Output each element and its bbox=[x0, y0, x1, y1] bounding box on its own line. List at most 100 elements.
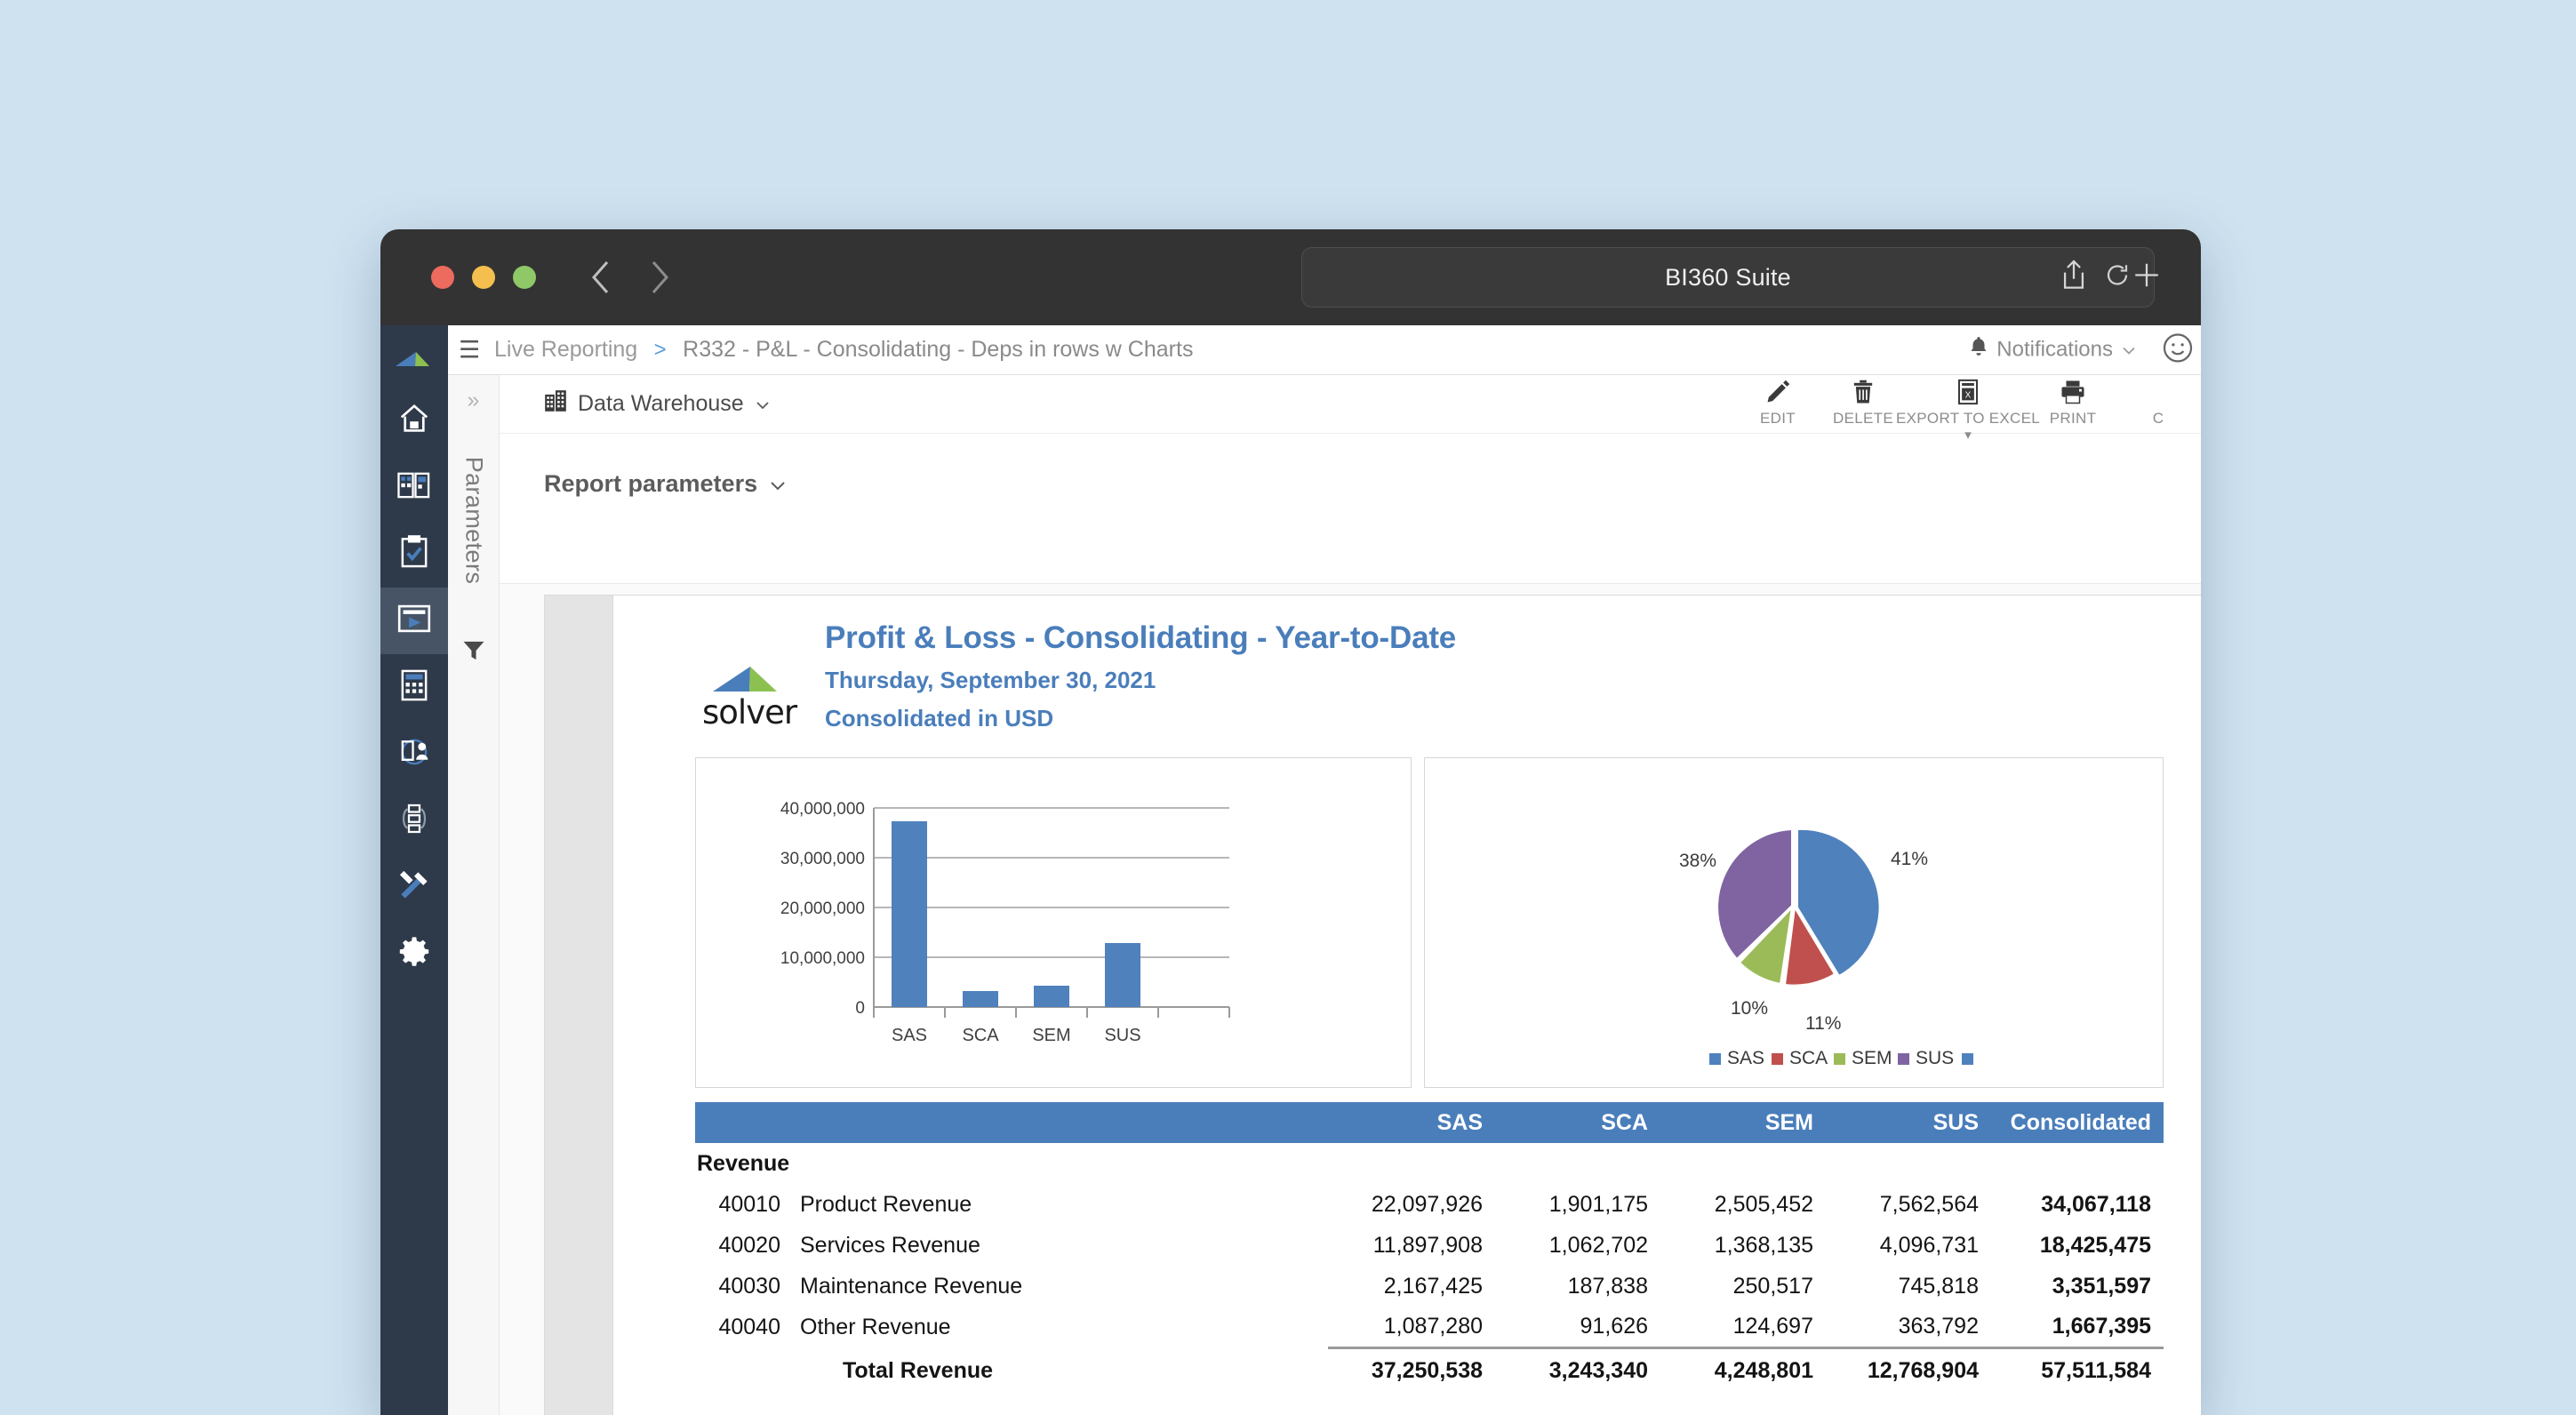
table-row[interactable]: 40030 Maintenance Revenue 2,167,425 187,… bbox=[695, 1266, 2164, 1307]
row-sem: 2,505,452 bbox=[1714, 1191, 1813, 1217]
breadcrumb-current: R332 - P&L - Consolidating - Deps in row… bbox=[683, 337, 1194, 362]
report-parameters-strip: Report parameters bbox=[500, 434, 2201, 533]
total-sas: 37,250,538 bbox=[1371, 1358, 1483, 1384]
sidebar-item-dashboards[interactable] bbox=[380, 454, 448, 521]
report-parameters-toggle[interactable]: Report parameters bbox=[544, 470, 787, 498]
sidebar-item-tasks[interactable] bbox=[380, 521, 448, 588]
table-row[interactable]: 40010 Product Revenue 22,097,926 1,901,1… bbox=[695, 1184, 2164, 1225]
row-account: 40010 bbox=[718, 1191, 780, 1217]
bar-ytick-3: 30,000,000 bbox=[780, 850, 865, 868]
breadcrumb-root[interactable]: Live Reporting bbox=[494, 337, 637, 362]
table-row[interactable]: 40040 Other Revenue 1,087,280 91,626 124… bbox=[695, 1307, 2164, 1349]
edit-label: EDIT bbox=[1760, 410, 1796, 427]
print-button[interactable]: PRINT bbox=[2030, 379, 2116, 428]
share-icon[interactable] bbox=[2059, 259, 2089, 297]
report-page: solver Profit & Loss - Consolidating - Y… bbox=[613, 595, 2201, 1415]
col-header-sus: SUS bbox=[1824, 1102, 1989, 1143]
bar-SCA bbox=[963, 991, 998, 1007]
address-bar[interactable]: BI360 Suite bbox=[1301, 247, 2155, 308]
pie-label-SCA: 11% bbox=[1805, 1013, 1841, 1034]
row-sca: 187,838 bbox=[1567, 1273, 1648, 1299]
copy-button[interactable]: C bbox=[2116, 379, 2201, 428]
bar-ytick-2: 20,000,000 bbox=[780, 899, 865, 918]
sidebar-item-settings[interactable] bbox=[380, 921, 448, 987]
minimize-window-button[interactable] bbox=[472, 266, 495, 289]
row-sas: 1,087,280 bbox=[1328, 1307, 1493, 1349]
total-label: Total Revenue bbox=[843, 1357, 994, 1383]
total-consolidated: 57,511,584 bbox=[2041, 1358, 2151, 1384]
row-description: Other Revenue bbox=[800, 1314, 951, 1339]
sidebar-item-budgeting[interactable] bbox=[380, 654, 448, 721]
row-sca: 1,062,702 bbox=[1548, 1232, 1648, 1258]
row-sus: 7,562,564 bbox=[1879, 1191, 1979, 1217]
row-sca: 1,901,175 bbox=[1548, 1191, 1648, 1217]
browser-titlebar: BI360 Suite bbox=[380, 229, 2201, 325]
sidebar-item-live-reporting[interactable] bbox=[380, 588, 448, 654]
pie-legend-SUS: SUS bbox=[1916, 1048, 1954, 1068]
datasource-label: Data Warehouse bbox=[578, 391, 744, 416]
delete-button[interactable]: DELETE bbox=[1820, 379, 1906, 428]
smiley-icon[interactable] bbox=[2162, 332, 2194, 368]
col-header-sca: SCA bbox=[1493, 1102, 1659, 1143]
row-sem: 250,517 bbox=[1732, 1273, 1813, 1299]
svg-text:X: X bbox=[1965, 390, 1972, 400]
sidebar-item-home[interactable] bbox=[380, 388, 448, 454]
report-viewer: solver Profit & Loss - Consolidating - Y… bbox=[500, 583, 2201, 1415]
pie-label-SUS: 38% bbox=[1679, 851, 1716, 871]
table-row[interactable]: 40020 Services Revenue 11,897,908 1,062,… bbox=[695, 1225, 2164, 1266]
edit-button[interactable]: EDIT bbox=[1735, 379, 1820, 428]
row-sem: 124,697 bbox=[1659, 1307, 1824, 1349]
col-header-sem: SEM bbox=[1659, 1102, 1824, 1143]
copy-label: C bbox=[2152, 410, 2164, 427]
workflow-icon bbox=[398, 803, 430, 839]
bar-ytick-0: 0 bbox=[855, 999, 865, 1018]
report-parameters-label: Report parameters bbox=[544, 469, 758, 497]
row-consolidated: 3,351,597 bbox=[2052, 1273, 2151, 1299]
pie-legend-SCA: SCA bbox=[1789, 1048, 1828, 1068]
datasource-picker[interactable]: Data Warehouse bbox=[544, 389, 771, 419]
export-to-excel-button[interactable]: X EXPORT TO EXCEL ▾ bbox=[1896, 379, 2040, 442]
row-consolidated: 34,067,118 bbox=[2041, 1191, 2151, 1217]
solver-logo: solver bbox=[702, 658, 811, 729]
bar-SAS bbox=[892, 821, 927, 1007]
row-account: 40020 bbox=[718, 1232, 780, 1258]
bar-chart-svg: 40,000,000 30,000,000 20,000,000 10,000,… bbox=[780, 800, 1230, 1045]
parameters-rail-label[interactable]: Parameters bbox=[460, 457, 487, 585]
sidebar-item-workflow[interactable] bbox=[380, 787, 448, 854]
new-tab-button[interactable] bbox=[2132, 260, 2162, 295]
maximize-window-button[interactable] bbox=[513, 266, 536, 289]
total-sem: 4,248,801 bbox=[1714, 1358, 1813, 1384]
funnel-icon[interactable] bbox=[448, 638, 499, 668]
row-account: 40040 bbox=[718, 1314, 780, 1339]
bar-ytick-4: 40,000,000 bbox=[780, 800, 865, 819]
solver-wordmark: solver bbox=[702, 693, 797, 731]
dashboards-icon bbox=[397, 470, 431, 505]
report-currency: Consolidated in USD bbox=[825, 705, 1054, 731]
bar-xtick-SAS: SAS bbox=[892, 1026, 927, 1045]
hamburger-icon[interactable]: ☰ bbox=[459, 338, 480, 362]
print-label: PRINT bbox=[2049, 410, 2097, 427]
sidebar-item-tools[interactable] bbox=[380, 854, 448, 921]
window-controls[interactable] bbox=[431, 266, 536, 289]
col-header-consolidated: Consolidated bbox=[1989, 1102, 2164, 1143]
row-description: Services Revenue bbox=[800, 1232, 980, 1258]
row-sca: 91,626 bbox=[1493, 1307, 1659, 1349]
pencil-icon bbox=[1765, 379, 1790, 405]
section-heading-revenue: Revenue bbox=[697, 1150, 790, 1176]
chevron-double-right-icon[interactable]: » bbox=[448, 388, 499, 413]
row-sas: 11,897,908 bbox=[1372, 1232, 1483, 1258]
sidebar-item-collaboration[interactable] bbox=[380, 721, 448, 787]
pie-label-SEM: 10% bbox=[1731, 998, 1768, 1019]
row-sem: 1,368,135 bbox=[1714, 1232, 1813, 1258]
report-content-area: Data Warehouse EDIT DELETE X EXPORT TO E… bbox=[500, 375, 2201, 1415]
row-description: Product Revenue bbox=[800, 1191, 972, 1217]
chevron-down-icon bbox=[2121, 338, 2137, 363]
back-button[interactable] bbox=[589, 259, 612, 296]
notifications-menu[interactable]: Notifications bbox=[1969, 336, 2137, 364]
gear-icon bbox=[397, 935, 431, 973]
database-building-icon bbox=[544, 389, 567, 419]
forward-button[interactable] bbox=[648, 259, 671, 296]
row-consolidated: 1,667,395 bbox=[1989, 1307, 2164, 1349]
close-window-button[interactable] bbox=[431, 266, 454, 289]
chevron-down-icon[interactable]: ▾ bbox=[1964, 428, 1972, 442]
